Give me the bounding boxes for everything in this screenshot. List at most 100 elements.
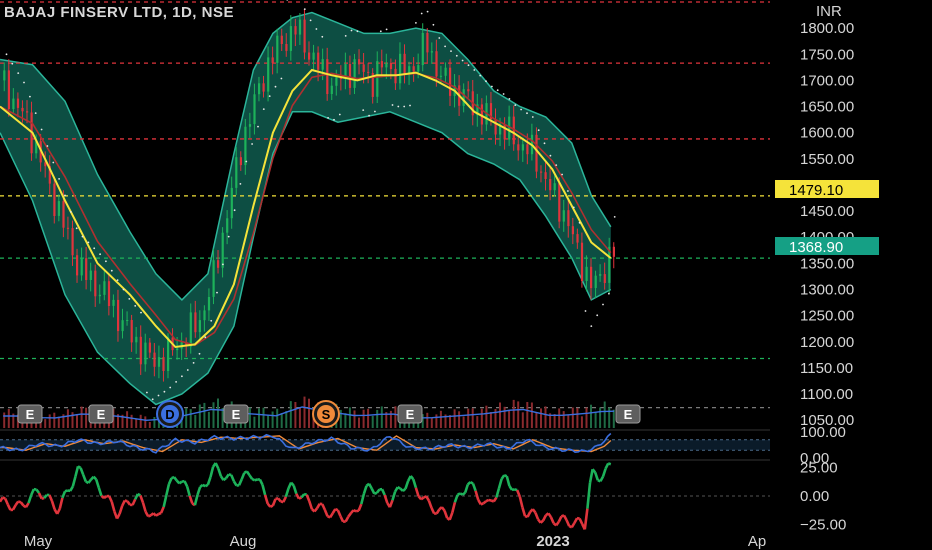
sar-dot <box>420 12 423 15</box>
sar-dot <box>181 375 183 378</box>
candle-body <box>221 232 224 268</box>
candle-body <box>312 52 315 60</box>
sar-dot <box>561 173 563 176</box>
osc-segment <box>298 496 303 500</box>
time-tick-label: 2023 <box>536 533 569 550</box>
osc-segment <box>222 477 227 482</box>
candle-body <box>130 320 133 343</box>
candle-body <box>412 66 415 72</box>
event-marker-earnings[interactable]: E <box>17 404 43 424</box>
sar-dot <box>374 110 376 113</box>
volume-bar <box>608 407 611 428</box>
candle-body <box>271 57 274 63</box>
candle-body <box>430 51 433 53</box>
osc-segment <box>503 473 508 478</box>
sar-dot <box>602 303 604 306</box>
osc-segment <box>269 504 274 508</box>
event-letter: E <box>26 407 35 422</box>
osc-tick-label: 25.00 <box>800 460 838 477</box>
candle-body <box>167 337 170 371</box>
candle-body <box>494 119 497 135</box>
sar-dot <box>204 336 207 339</box>
candle-body <box>367 71 370 73</box>
volume-bar <box>189 409 192 428</box>
volume-bar <box>585 407 588 428</box>
osc-segment <box>155 512 160 517</box>
event-marker-earnings[interactable]: E <box>615 404 641 424</box>
sar-dot <box>543 142 546 145</box>
event-marker-earnings[interactable]: E <box>223 404 249 424</box>
volume-bar <box>194 414 197 428</box>
volume-bar <box>7 409 10 428</box>
event-marker-earnings[interactable]: E <box>397 404 423 424</box>
sar-dot <box>350 29 353 32</box>
sar-dot <box>444 45 446 48</box>
price-tick-label: 1300.00 <box>800 282 854 299</box>
event-letter: E <box>406 407 415 422</box>
chart-title[interactable]: BAJAJ FINSERV LTD, 1D, NSE <box>4 4 234 21</box>
event-letter: D <box>165 407 174 422</box>
event-marker-dividend[interactable]: D <box>156 400 184 428</box>
candle-body <box>580 242 584 281</box>
sar-dot <box>262 108 265 110</box>
price-tick-label: 1600.00 <box>800 125 854 142</box>
sar-dot <box>122 288 125 291</box>
volume-bar <box>198 404 201 428</box>
candle-body <box>399 53 402 84</box>
time-tick-label: Ap <box>748 533 766 550</box>
volume-bar <box>521 412 524 428</box>
sar-dot <box>409 104 411 107</box>
sar-dot <box>485 80 487 83</box>
price-tick-label: 1550.00 <box>800 151 854 168</box>
volume-bar <box>76 414 78 428</box>
osc-segment <box>77 465 82 470</box>
candle-body <box>376 61 379 97</box>
candle-body <box>353 59 356 88</box>
last-price-label: 1368.90 <box>789 239 843 256</box>
volume-bar <box>458 411 461 428</box>
upper-price-label: 1479.10 <box>789 182 843 199</box>
volume-bar <box>508 409 511 428</box>
candle-body <box>98 294 101 297</box>
candle-body <box>207 297 211 311</box>
sar-dot <box>239 183 242 185</box>
volume-bar <box>248 407 251 428</box>
event-marker-earnings[interactable]: E <box>88 404 114 424</box>
event-marker-split[interactable]: S <box>312 400 340 428</box>
volume-bar <box>203 402 206 428</box>
candle-body <box>80 258 83 276</box>
volume-bar <box>212 402 215 428</box>
volume-bar <box>503 406 506 428</box>
sar-dot <box>473 69 476 71</box>
sar-dot <box>491 85 493 88</box>
candle-body <box>176 348 179 351</box>
sar-dot <box>613 216 616 218</box>
osc-segment <box>607 462 612 466</box>
sar-dot <box>75 227 78 230</box>
volume-bar <box>367 408 370 428</box>
osc-segment <box>64 489 68 493</box>
candle-body <box>235 157 238 188</box>
sar-dot <box>23 81 25 84</box>
volume-bar <box>612 409 615 428</box>
volume-bar <box>44 419 47 428</box>
volume-bar <box>603 401 606 428</box>
volume-bar <box>471 408 474 428</box>
stock-chart[interactable]: E E D E S E E 1800.00 1750.00 1700.00 1650.00 1600… <box>0 0 932 550</box>
sar-dot <box>415 22 417 24</box>
sar-dot <box>327 117 329 119</box>
candle-body <box>189 312 192 347</box>
volume-bar <box>453 409 456 428</box>
osc-segment <box>355 509 360 513</box>
candle-body <box>358 59 361 65</box>
price-tick-label: 1650.00 <box>800 99 854 116</box>
volume-bar <box>271 411 274 428</box>
sar-dot <box>537 129 540 132</box>
candle-body <box>585 266 588 281</box>
candle-body <box>112 299 115 306</box>
osc-segment <box>251 477 256 482</box>
candle-body <box>294 26 297 35</box>
volume-bar <box>85 407 88 428</box>
candle-body <box>594 275 597 288</box>
sar-dot <box>315 28 318 30</box>
